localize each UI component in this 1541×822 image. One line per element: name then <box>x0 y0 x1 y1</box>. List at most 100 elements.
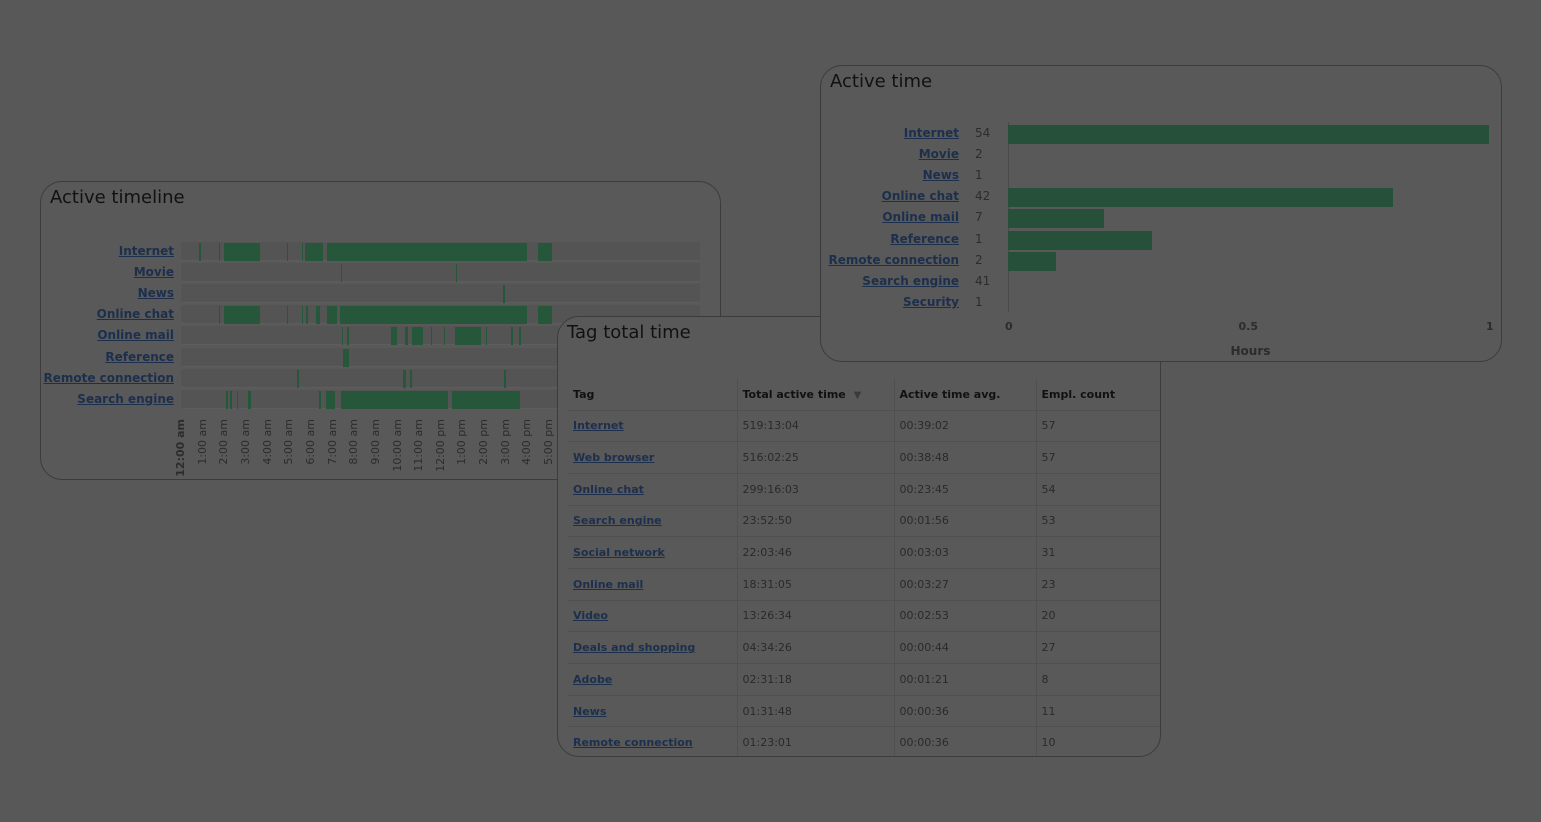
table-cell: 519:13:04 <box>737 410 895 443</box>
timeline-segment <box>343 348 349 367</box>
tag-link[interactable]: Online chat <box>573 483 644 496</box>
timeline-segment <box>236 390 239 409</box>
table-cell: 00:02:53 <box>894 600 1037 633</box>
tag-link[interactable]: Social network <box>573 546 665 559</box>
hour-tick-label: 9:00 am <box>368 419 382 465</box>
column-header-total-active-time[interactable]: Total active time ▼ <box>737 379 895 411</box>
tag-link[interactable]: Deals and shopping <box>573 641 695 654</box>
timeline-segment <box>430 327 433 346</box>
timeline-segment <box>405 327 409 346</box>
timeline-segment <box>503 285 505 304</box>
timeline-segment <box>341 327 344 346</box>
employee-count: 7 <box>975 210 983 225</box>
tag-link[interactable]: Search engine <box>573 514 662 527</box>
timeline-segment <box>218 306 221 325</box>
tag-link[interactable]: Remote connection <box>573 736 693 749</box>
timeline-tag-link[interactable]: Online chat <box>97 307 174 321</box>
hour-tick-label: 2:00 am <box>217 419 231 465</box>
active-time-tag-link[interactable]: News <box>923 168 959 182</box>
column-header-empl-count[interactable]: Empl. count <box>1036 379 1160 411</box>
panel-title: Active timeline <box>50 187 185 208</box>
table-cell: Remote connection <box>568 726 738 756</box>
active-time-bar[interactable] <box>1008 188 1393 208</box>
table-cell: 8 <box>1036 663 1160 696</box>
timeline-row <box>181 242 700 261</box>
employee-count: 42 <box>975 189 991 204</box>
table-cell: 53 <box>1036 505 1160 538</box>
table-cell: 31 <box>1036 536 1160 569</box>
table-cell: 23:52:50 <box>737 505 895 538</box>
table-row: Deals and shopping 04:34:26 00:00:44 27 <box>568 631 1160 664</box>
timeline-segment <box>319 390 321 409</box>
table-cell: 13:26:34 <box>737 600 895 633</box>
hour-tick-label: 3:00 pm <box>498 419 512 465</box>
table-cell: 00:03:27 <box>894 568 1037 601</box>
table-cell: Social network <box>568 536 738 569</box>
tag-link[interactable]: Internet <box>573 419 624 432</box>
column-header-tag[interactable]: Tag <box>568 379 738 411</box>
panel-title: Active time <box>830 71 933 92</box>
table-cell: 54 <box>1036 473 1160 506</box>
active-time-tag-link[interactable]: Security <box>903 295 959 309</box>
timeline-tag-link[interactable]: Remote connection <box>43 371 174 385</box>
timeline-segment <box>511 327 514 346</box>
active-time-bar[interactable] <box>1008 251 1057 271</box>
active-time-tag-link[interactable]: Movie <box>919 147 959 161</box>
sort-desc-icon: ▼ <box>853 389 862 401</box>
table-cell: 00:38:48 <box>894 441 1037 474</box>
timeline-segment <box>230 390 232 409</box>
timeline-segment <box>248 390 252 409</box>
active-time-bar[interactable] <box>1008 209 1105 229</box>
timeline-tag-link[interactable]: Movie <box>134 265 174 279</box>
table-cell: 01:23:01 <box>737 726 895 756</box>
timeline-segment <box>301 243 304 261</box>
timeline-tag-link[interactable]: Internet <box>119 244 174 258</box>
tag-total-time-table: Tag Total active time ▼ Active time avg.… <box>568 379 1160 756</box>
active-time-tag-link[interactable]: Search engine <box>862 274 959 288</box>
timeline-segment <box>519 327 521 346</box>
timeline-segment <box>218 243 221 261</box>
table-row: Social network 22:03:46 00:03:03 31 <box>568 536 1160 569</box>
timeline-segment <box>347 327 349 346</box>
timeline-tag-link[interactable]: Online mail <box>97 328 174 342</box>
timeline-segment <box>297 369 299 388</box>
employee-count: 1 <box>975 294 983 309</box>
table-cell: 57 <box>1036 410 1160 443</box>
employee-count: 2 <box>975 147 983 162</box>
hour-tick-label: 3:00 am <box>238 419 252 465</box>
active-time-bar[interactable] <box>1008 125 1489 144</box>
table-cell: Video <box>568 600 738 633</box>
table-cell: Deals and shopping <box>568 631 738 664</box>
hour-tick-label: 4:00 am <box>260 419 274 465</box>
active-time-tag-link[interactable]: Internet <box>904 126 959 140</box>
table-cell: 00:03:03 <box>894 536 1037 569</box>
tag-link[interactable]: Video <box>573 609 608 622</box>
table-cell: 00:00:36 <box>894 695 1037 728</box>
active-time-tag-link[interactable]: Online chat <box>882 189 959 203</box>
tag-link[interactable]: Online mail <box>573 578 643 591</box>
hour-tick-label: 4:00 pm <box>520 419 534 465</box>
active-time-tag-link[interactable]: Reference <box>890 232 959 246</box>
table-cell: 00:01:56 <box>894 505 1037 538</box>
table-cell: News <box>568 695 738 728</box>
timeline-row <box>181 284 700 304</box>
tag-link[interactable]: Web browser <box>573 451 654 464</box>
active-time-bar[interactable] <box>1008 230 1153 250</box>
tag-link[interactable]: News <box>573 705 606 718</box>
x-axis-tick-label: 0.5 <box>1238 320 1259 333</box>
timeline-tag-link[interactable]: Reference <box>105 350 174 364</box>
active-time-tag-link[interactable]: Online mail <box>882 210 959 224</box>
timeline-tag-link[interactable]: News <box>138 286 174 300</box>
tag-link[interactable]: Adobe <box>573 673 612 686</box>
employee-count: 1 <box>975 168 983 183</box>
active-time-tag-link[interactable]: Remote connection <box>828 253 959 267</box>
timeline-segment <box>226 390 228 409</box>
timeline-segment <box>391 327 398 346</box>
column-header-active-time-avg[interactable]: Active time avg. <box>894 379 1037 411</box>
timeline-segment <box>224 306 261 325</box>
timeline-segment <box>327 243 527 261</box>
timeline-tag-link[interactable]: Search engine <box>77 392 174 406</box>
table-cell: 00:00:44 <box>894 631 1037 664</box>
timeline-segment <box>411 327 424 346</box>
table-cell: 27 <box>1036 631 1160 664</box>
